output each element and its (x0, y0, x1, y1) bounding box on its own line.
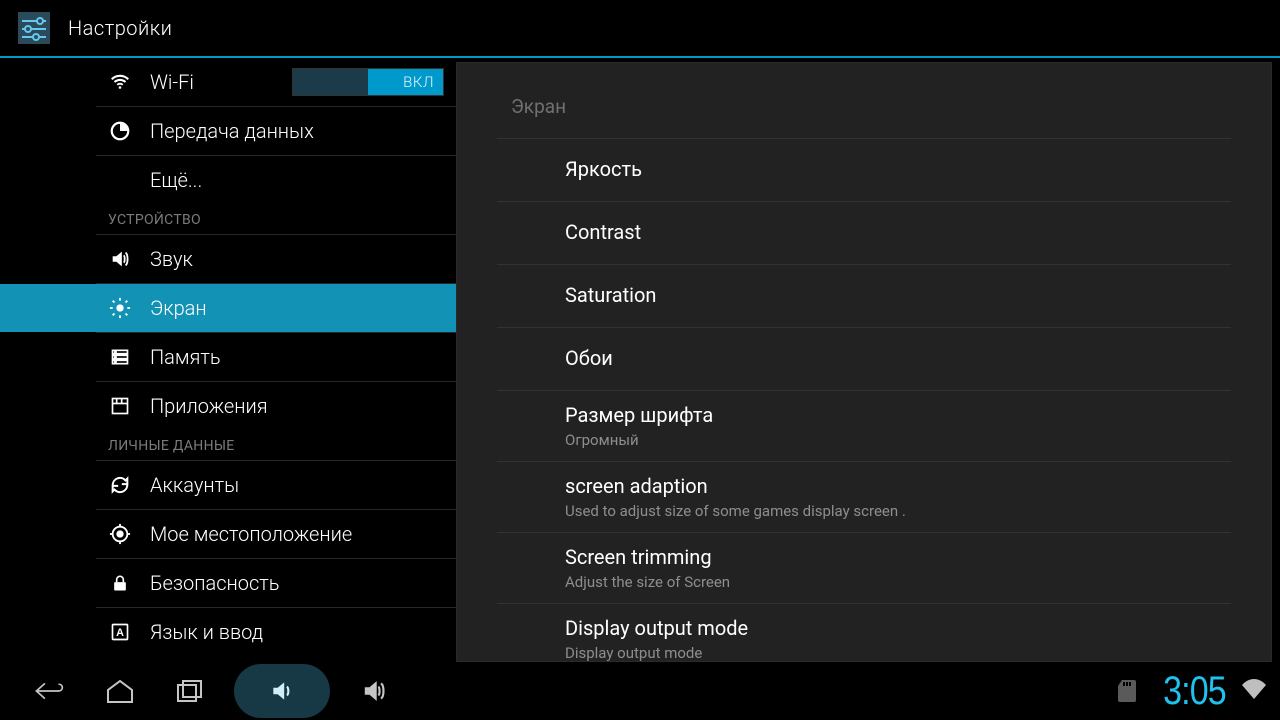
sidebar-item-label: Wi-Fi (150, 70, 274, 94)
location-icon (108, 523, 132, 545)
sidebar-item-storage[interactable]: Память (0, 333, 456, 381)
nav-back-button[interactable] (30, 671, 70, 711)
sidebar-item-label: Передача данных (150, 119, 456, 143)
row-subtitle: Used to adjust size of some games displa… (565, 502, 1231, 520)
section-header-personal: ЛИЧНЫЕ ДАННЫЕ (0, 430, 456, 460)
panel-header: Экран (457, 63, 1271, 138)
setting-row-brightness[interactable]: Яркость (497, 138, 1231, 201)
row-title: Saturation (565, 283, 1231, 307)
sidebar-item-label: Приложения (150, 394, 456, 418)
wifi-icon (108, 71, 132, 93)
status-wifi-icon (1242, 679, 1266, 703)
sync-icon (108, 474, 132, 496)
setting-row-saturation[interactable]: Saturation (497, 264, 1231, 327)
row-title: screen adaption (565, 474, 1231, 498)
sidebar-item-label: Звук (150, 247, 456, 271)
sidebar-item-label: Аккаунты (150, 473, 456, 497)
settings-sidebar: Wi-Fi ВКЛ Передача данных Ещё... УСТРОЙС… (0, 58, 456, 662)
sidebar-item-sound[interactable]: Звук (0, 235, 456, 283)
row-title: Размер шрифта (565, 403, 1231, 427)
sidebar-item-label: Безопасность (150, 571, 456, 595)
setting-row-contrast[interactable]: Contrast (497, 201, 1231, 264)
nav-recent-button[interactable] (170, 671, 210, 711)
setting-row-display-output[interactable]: Display output mode Display output mode (497, 603, 1231, 662)
sound-icon (108, 248, 132, 270)
sidebar-item-accounts[interactable]: Аккаунты (0, 461, 456, 509)
language-icon: A (108, 622, 132, 642)
sidebar-item-label: Мое местоположение (150, 522, 456, 546)
section-header-device: УСТРОЙСТВО (0, 204, 456, 234)
setting-row-fontsize[interactable]: Размер шрифта Огромный (497, 390, 1231, 461)
sidebar-item-label: Ещё... (150, 168, 456, 192)
setting-row-screen-trimming[interactable]: Screen trimming Adjust the size of Scree… (497, 532, 1231, 603)
nav-volume-up-button[interactable] (354, 671, 394, 711)
setting-row-wallpaper[interactable]: Обои (497, 327, 1231, 390)
sidebar-item-language[interactable]: A Язык и ввод (0, 608, 456, 656)
nav-volume-down-button[interactable] (234, 664, 330, 718)
setting-row-screen-adaption[interactable]: screen adaption Used to adjust size of s… (497, 461, 1231, 532)
sidebar-item-wifi[interactable]: Wi-Fi ВКЛ (0, 58, 456, 106)
row-subtitle: Огромный (565, 431, 1231, 449)
data-usage-icon (108, 120, 132, 142)
storage-icon (108, 347, 132, 367)
nav-home-button[interactable] (100, 671, 140, 711)
detail-panel: Экран Яркость Contrast Saturation Обои Р… (456, 62, 1272, 662)
sidebar-item-label: Память (150, 345, 456, 369)
settings-app-icon (18, 12, 50, 44)
sd-card-icon (1118, 680, 1136, 702)
status-clock[interactable]: 3:05 (1163, 669, 1226, 714)
svg-text:A: A (116, 627, 124, 639)
row-subtitle: Adjust the size of Screen (565, 573, 1231, 591)
display-icon (108, 297, 132, 319)
row-title: Screen trimming (565, 545, 1231, 569)
app-title: Настройки (68, 16, 172, 40)
sidebar-item-label: Язык и ввод (150, 620, 456, 644)
sidebar-item-data-usage[interactable]: Передача данных (0, 107, 456, 155)
system-navbar: 3:05 (0, 662, 1280, 720)
row-title: Display output mode (565, 616, 1231, 640)
app-bar: Настройки (0, 0, 1280, 56)
apps-icon (108, 396, 132, 416)
row-subtitle: Display output mode (565, 644, 1231, 662)
sidebar-item-more[interactable]: Ещё... (0, 156, 456, 204)
row-title: Contrast (565, 220, 1231, 244)
toggle-on-label: ВКЛ (403, 73, 434, 91)
wifi-toggle[interactable]: ВКЛ (292, 68, 444, 96)
sidebar-item-display[interactable]: Экран (0, 284, 456, 332)
sidebar-item-location[interactable]: Мое местоположение (0, 510, 456, 558)
sidebar-item-apps[interactable]: Приложения (0, 382, 456, 430)
sidebar-item-security[interactable]: Безопасность (0, 559, 456, 607)
row-title: Обои (565, 346, 1231, 370)
row-title: Яркость (565, 157, 1231, 181)
sidebar-item-label: Экран (150, 296, 456, 320)
lock-icon (108, 573, 132, 593)
